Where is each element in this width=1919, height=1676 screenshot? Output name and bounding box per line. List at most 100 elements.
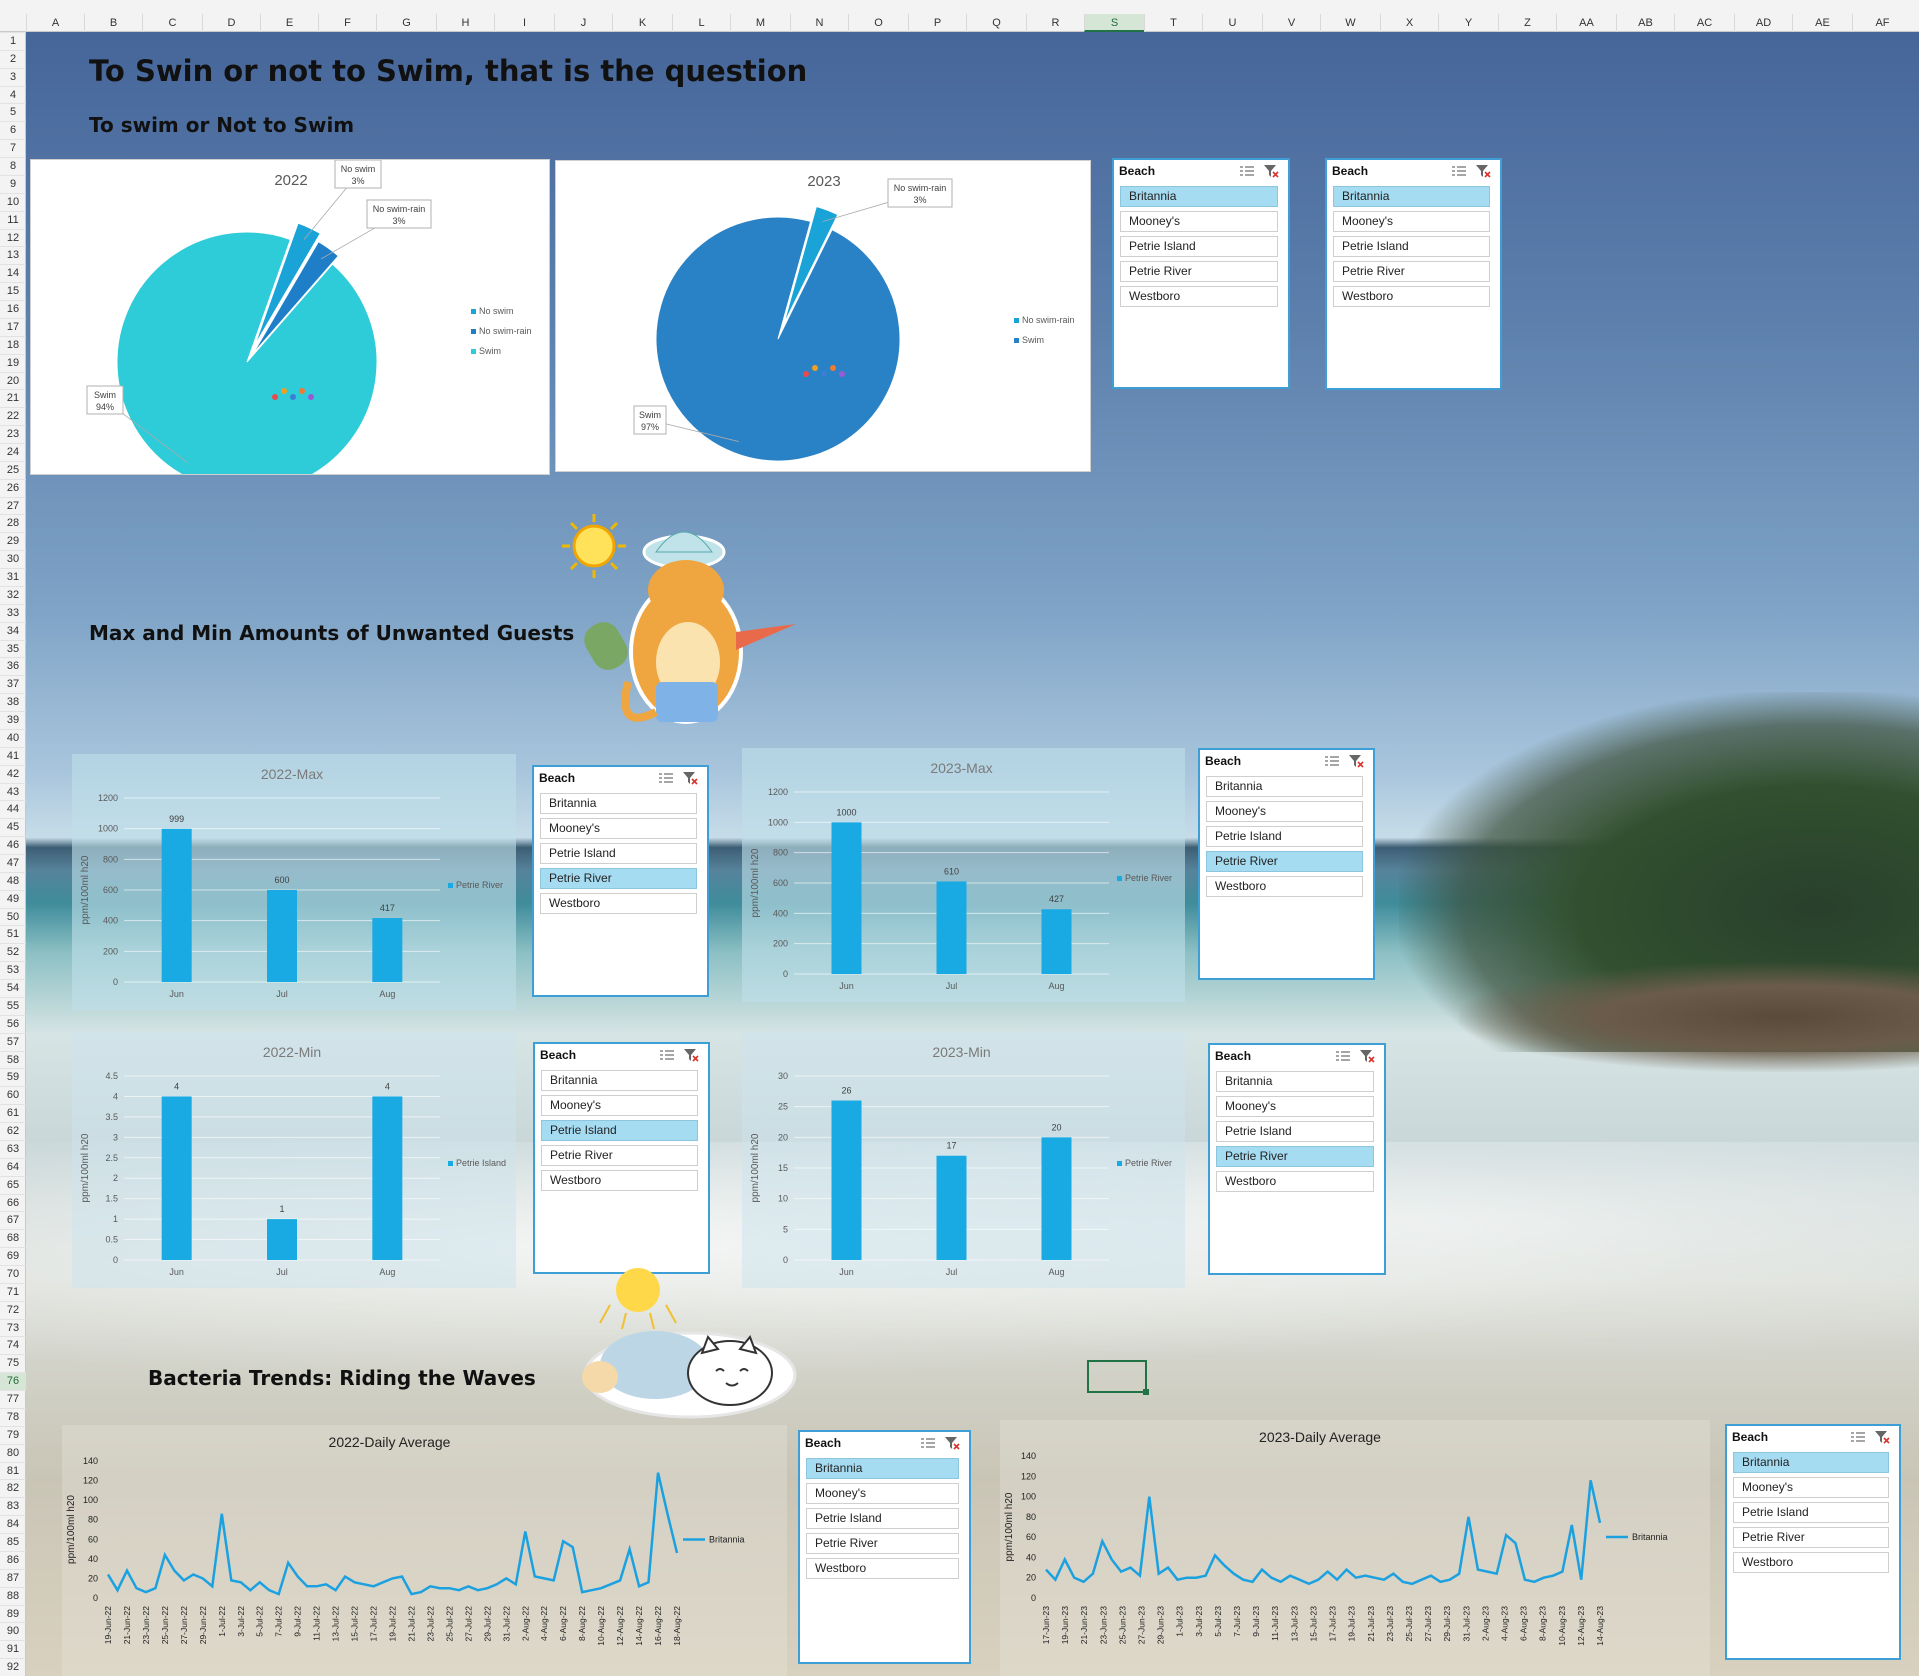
row-header-19[interactable]: 19 <box>0 353 26 372</box>
column-header-AF[interactable]: AF <box>1852 14 1912 32</box>
column-header-E[interactable]: E <box>260 14 318 32</box>
clear-filter-icon[interactable] <box>1262 163 1280 179</box>
row-header-33[interactable]: 33 <box>0 603 26 622</box>
slicer-item[interactable]: Westboro <box>1733 1552 1889 1573</box>
row-header-66[interactable]: 66 <box>0 1193 26 1212</box>
slicer-item[interactable]: Petrie Island <box>540 843 697 864</box>
slicer-item[interactable]: Petrie River <box>541 1145 698 1166</box>
row-header-74[interactable]: 74 <box>0 1336 26 1354</box>
bar-chart-2022-max[interactable]: 2022-Max ppm/100ml h20 0 200 400 600 800 1000 12… <box>72 754 516 1010</box>
row-header-58[interactable]: 58 <box>0 1050 26 1069</box>
row-header-57[interactable]: 57 <box>0 1032 26 1051</box>
row-header-67[interactable]: 67 <box>0 1211 26 1229</box>
row-header-61[interactable]: 61 <box>0 1104 26 1122</box>
slicer-item[interactable]: Westboro <box>1216 1171 1374 1192</box>
row-header-8[interactable]: 8 <box>0 157 26 175</box>
column-header-AB[interactable]: AB <box>1616 14 1674 32</box>
row-header-32[interactable]: 32 <box>0 585 26 604</box>
column-header-T[interactable]: T <box>1144 14 1202 32</box>
row-header-23[interactable]: 23 <box>0 425 26 443</box>
column-header-AE[interactable]: AE <box>1792 14 1852 32</box>
slicer-item[interactable]: Petrie Island <box>1120 236 1278 257</box>
row-header-87[interactable]: 87 <box>0 1568 26 1587</box>
slicer-item[interactable]: Mooney's <box>540 818 697 839</box>
slicer-item[interactable]: Britannia <box>806 1458 959 1479</box>
bar-chart-2023-min[interactable]: 2023-Min ppm/100ml h20 0 5 10 15 20 25 30 26 Jun 17… <box>742 1032 1185 1288</box>
beach-slicer-daily-2022[interactable]: Beach Britannia Mooney's Petrie Island Petri… <box>798 1430 971 1664</box>
clear-filter-icon[interactable] <box>1873 1429 1891 1445</box>
row-header-53[interactable]: 53 <box>0 961 26 979</box>
row-header-71[interactable]: 71 <box>0 1282 26 1301</box>
row-header-84[interactable]: 84 <box>0 1515 26 1533</box>
column-header-Q[interactable]: Q <box>966 14 1026 32</box>
slicer-item[interactable]: Westboro <box>1206 876 1363 897</box>
row-header-68[interactable]: 68 <box>0 1229 26 1247</box>
slicer-item[interactable]: Petrie Island <box>1733 1502 1889 1523</box>
row-header-36[interactable]: 36 <box>0 657 26 675</box>
row-header-63[interactable]: 63 <box>0 1139 26 1158</box>
row-header-78[interactable]: 78 <box>0 1407 26 1426</box>
row-header-86[interactable]: 86 <box>0 1550 26 1569</box>
slicer-item[interactable]: Mooney's <box>1120 211 1278 232</box>
column-header-F[interactable]: F <box>318 14 376 32</box>
column-header-A[interactable]: A <box>26 14 84 32</box>
column-header-N[interactable]: N <box>790 14 848 32</box>
row-header-64[interactable]: 64 <box>0 1157 26 1176</box>
row-header-92[interactable]: 92 <box>0 1658 26 1676</box>
row-header-75[interactable]: 75 <box>0 1354 26 1372</box>
row-header-34[interactable]: 34 <box>0 621 26 640</box>
slicer-item[interactable]: Petrie River <box>1206 851 1363 872</box>
column-header-H[interactable]: H <box>436 14 494 32</box>
beach-slicer-min-2023[interactable]: Beach Britannia Mooney's Petrie Island Petri… <box>1208 1043 1386 1275</box>
row-header-30[interactable]: 30 <box>0 550 26 568</box>
row-header-79[interactable]: 79 <box>0 1425 26 1444</box>
row-header-76[interactable]: 76 <box>0 1372 26 1391</box>
multi-select-icon[interactable] <box>1849 1429 1867 1445</box>
column-header-J[interactable]: J <box>554 14 612 32</box>
row-header-54[interactable]: 54 <box>0 979 26 997</box>
row-header-3[interactable]: 3 <box>0 67 26 86</box>
column-header-K[interactable]: K <box>612 14 672 32</box>
column-header-G[interactable]: G <box>376 14 436 32</box>
column-header-X[interactable]: X <box>1380 14 1438 32</box>
multi-select-icon[interactable] <box>657 770 675 786</box>
column-header-AD[interactable]: AD <box>1734 14 1792 32</box>
clear-filter-icon[interactable] <box>681 770 699 786</box>
row-header-50[interactable]: 50 <box>0 907 26 926</box>
row-header-13[interactable]: 13 <box>0 246 26 264</box>
clear-filter-icon[interactable] <box>943 1435 961 1451</box>
row-header-55[interactable]: 55 <box>0 996 26 1015</box>
row-header-27[interactable]: 27 <box>0 496 26 515</box>
column-header-L[interactable]: L <box>672 14 730 32</box>
row-header-82[interactable]: 82 <box>0 1479 26 1497</box>
row-header-5[interactable]: 5 <box>0 103 26 121</box>
row-header-12[interactable]: 12 <box>0 228 26 247</box>
row-header-40[interactable]: 40 <box>0 728 26 747</box>
column-header-AC[interactable]: AC <box>1674 14 1734 32</box>
active-cell-cursor[interactable] <box>1087 1360 1149 1395</box>
row-header-1[interactable]: 1 <box>0 32 26 50</box>
row-header-43[interactable]: 43 <box>0 782 26 801</box>
row-header-90[interactable]: 90 <box>0 1622 26 1640</box>
column-header-M[interactable]: M <box>730 14 790 32</box>
slicer-item[interactable]: Petrie River <box>540 868 697 889</box>
row-header-70[interactable]: 70 <box>0 1265 26 1283</box>
slicer-item[interactable]: Britannia <box>540 793 697 814</box>
pie-chart-2023[interactable]: 2023 No swim-rain 3% Swim 97% No swim-rain Swi… <box>555 160 1091 472</box>
column-header-S[interactable]: S <box>1084 14 1144 32</box>
row-header-49[interactable]: 49 <box>0 889 26 908</box>
row-header-41[interactable]: 41 <box>0 746 26 765</box>
row-header-62[interactable]: 62 <box>0 1122 26 1140</box>
slicer-item[interactable]: Britannia <box>1206 776 1363 797</box>
slicer-item[interactable]: Westboro <box>541 1170 698 1191</box>
row-header-69[interactable]: 69 <box>0 1247 26 1265</box>
row-header-35[interactable]: 35 <box>0 639 26 658</box>
row-header-16[interactable]: 16 <box>0 300 26 318</box>
bar-chart-2022-min[interactable]: 2022-Min ppm/100ml h20 0 0.5 1 1.5 2 2.5 3 3.5 4 4.… <box>72 1032 516 1288</box>
row-header-37[interactable]: 37 <box>0 675 26 693</box>
column-header-W[interactable]: W <box>1320 14 1380 32</box>
row-header-44[interactable]: 44 <box>0 800 26 818</box>
slicer-item[interactable]: Petrie River <box>806 1533 959 1554</box>
column-header-I[interactable]: I <box>494 14 554 32</box>
beach-slicer-pie-2022[interactable]: Beach Britannia Mooney's Petrie Island Petri… <box>1112 158 1290 389</box>
